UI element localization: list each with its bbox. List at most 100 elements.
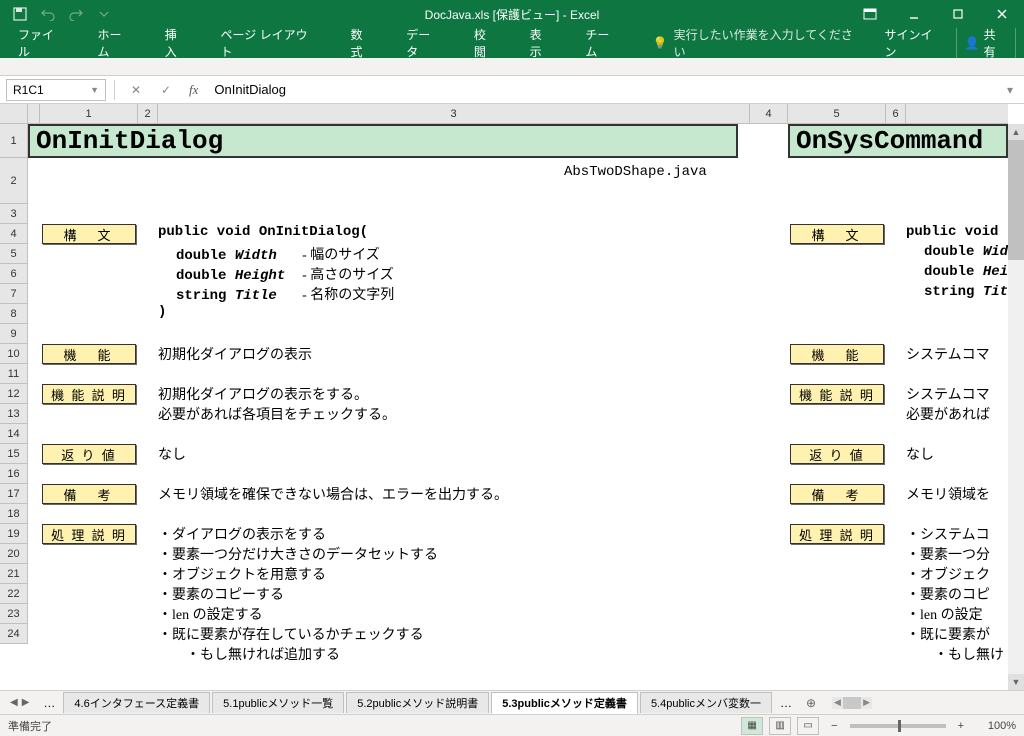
row-header-19[interactable]: 19 <box>0 524 27 544</box>
sheet-tab-4[interactable]: 5.3publicメソッド定義書 <box>491 692 638 714</box>
proc-6-r[interactable]: ・既に要素が <box>906 624 990 644</box>
zoom-in-button[interactable]: + <box>952 720 970 732</box>
label-func-desc[interactable]: 機 能 説 明 <box>42 384 136 404</box>
label-process-r[interactable]: 処 理 説 明 <box>790 524 884 544</box>
return-text-r[interactable]: なし <box>906 444 934 464</box>
label-remarks-r[interactable]: 備 考 <box>790 484 884 504</box>
sheet-tab-2[interactable]: 5.1publicメソッド一覧 <box>212 692 344 713</box>
source-file[interactable]: AbsTwoDShape.java <box>564 164 707 180</box>
col-header-5[interactable]: 5 <box>788 104 886 123</box>
sheet-tab-5[interactable]: 5.4publicメンバ変数一 <box>640 692 772 713</box>
param1[interactable]: double Width - 幅のサイズ <box>176 244 380 264</box>
scroll-up-button[interactable]: ▲ <box>1008 124 1024 140</box>
label-process[interactable]: 処 理 説 明 <box>42 524 136 544</box>
row-header-20[interactable]: 20 <box>0 544 27 564</box>
proc-1-r[interactable]: ・システムコ <box>906 524 990 544</box>
row-header-4[interactable]: 4 <box>0 224 27 244</box>
remarks-text[interactable]: メモリ領域を確保できない場合は、エラーを出力する。 <box>158 484 508 504</box>
row-header-21[interactable]: 21 <box>0 564 27 584</box>
fx-button[interactable]: fx <box>183 82 204 98</box>
tab-home[interactable]: ホーム <box>87 28 142 58</box>
ribbon-display-button[interactable] <box>848 0 892 28</box>
col-header-2[interactable]: 2 <box>138 104 158 123</box>
formula-expand-button[interactable]: ▾ <box>1002 83 1018 97</box>
col-header-1[interactable]: 1 <box>40 104 138 123</box>
horizontal-scrollbar[interactable]: ◀▶ <box>832 697 872 709</box>
function-text-r[interactable]: システムコマ <box>906 344 990 364</box>
col-header-4[interactable]: 4 <box>750 104 788 123</box>
row-header-2[interactable]: 2 <box>0 158 27 204</box>
view-page-layout-button[interactable]: ▥ <box>769 717 791 735</box>
sig-close[interactable]: ) <box>158 304 166 320</box>
tab-view[interactable]: 表示 <box>520 28 564 58</box>
label-syntax-r[interactable]: 構 文 <box>790 224 884 244</box>
row-header-22[interactable]: 22 <box>0 584 27 604</box>
proc-5-r[interactable]: ・len の設定 <box>906 604 983 624</box>
add-sheet-button[interactable]: ⊕ <box>800 696 822 710</box>
proc-4[interactable]: ・要素のコピーする <box>158 584 284 604</box>
sheet-nav[interactable]: ◀▶ <box>4 697 35 708</box>
function-text[interactable]: 初期化ダイアログの表示 <box>158 344 312 364</box>
formula-input[interactable]: OnInitDialog <box>208 82 998 97</box>
proc-3-r[interactable]: ・オブジェク <box>906 564 990 584</box>
tab-review[interactable]: 校閲 <box>464 28 508 58</box>
enter-formula-button[interactable]: ✓ <box>153 79 179 101</box>
view-page-break-button[interactable]: ▭ <box>797 717 819 735</box>
col-header-6[interactable]: 6 <box>886 104 906 123</box>
view-normal-button[interactable]: ▦ <box>741 717 763 735</box>
scroll-down-button[interactable]: ▼ <box>1008 674 1024 690</box>
signin-link[interactable]: サインイン <box>885 26 944 60</box>
row-header-1[interactable]: 1 <box>0 124 27 158</box>
row-header-6[interactable]: 6 <box>0 264 27 284</box>
sheet-overflow[interactable]: … <box>37 696 61 710</box>
select-all-corner[interactable] <box>0 104 28 124</box>
minimize-button[interactable] <box>892 0 936 28</box>
close-button[interactable] <box>980 0 1024 28</box>
row-header-15[interactable]: 15 <box>0 444 27 464</box>
proc-2-r[interactable]: ・要素一つ分 <box>906 544 990 564</box>
label-syntax[interactable]: 構 文 <box>42 224 136 244</box>
label-function[interactable]: 機 能 <box>42 344 136 364</box>
worksheet-cells[interactable]: OnInitDialog AbsTwoDShape.java 構 文 publi… <box>28 124 1008 690</box>
row-headers[interactable]: 123456789101112131415161718192021222324 <box>0 124 28 644</box>
col-header-3[interactable]: 3 <box>158 104 750 123</box>
tab-file[interactable]: ファイル <box>8 28 75 58</box>
proc-7-r[interactable]: ・もし無け <box>920 644 1004 664</box>
tell-me[interactable]: 💡実行したい作業を入力してください <box>643 28 873 58</box>
row-header-10[interactable]: 10 <box>0 344 27 364</box>
param3-r[interactable]: string Tit <box>924 284 1008 300</box>
sig-line[interactable]: public void OnInitDialog( <box>158 224 368 240</box>
zoom-out-button[interactable]: − <box>825 720 843 732</box>
tab-insert[interactable]: 挿入 <box>155 28 199 58</box>
sheet-overflow-right[interactable]: … <box>774 696 798 710</box>
row-header-24[interactable]: 24 <box>0 624 27 644</box>
param2-r[interactable]: double Hei <box>924 264 1008 280</box>
row-header-12[interactable]: 12 <box>0 384 27 404</box>
label-return[interactable]: 返 り 値 <box>42 444 136 464</box>
name-box[interactable]: R1C1▼ <box>6 79 106 101</box>
scroll-thumb[interactable] <box>1008 140 1024 260</box>
method-title-left[interactable]: OnInitDialog <box>28 124 738 158</box>
qa-customize-button[interactable] <box>92 2 116 26</box>
zoom-slider[interactable] <box>850 724 946 728</box>
proc-3[interactable]: ・オブジェクトを用意する <box>158 564 326 584</box>
func-desc-2[interactable]: 必要があれば各項目をチェックする。 <box>158 404 396 424</box>
remarks-text-r[interactable]: メモリ領域を <box>906 484 990 504</box>
param3[interactable]: string Title - 名称の文字列 <box>176 284 394 304</box>
method-title-right[interactable]: OnSysCommand <box>788 124 1008 158</box>
return-text[interactable]: なし <box>158 444 186 464</box>
row-header-11[interactable]: 11 <box>0 364 27 384</box>
sig-line-r[interactable]: public void <box>906 224 998 240</box>
vertical-scrollbar[interactable]: ▲ ▼ <box>1008 124 1024 690</box>
cancel-formula-button[interactable]: ✕ <box>123 79 149 101</box>
tab-page-layout[interactable]: ページ レイアウト <box>210 28 328 58</box>
label-func-desc-r[interactable]: 機 能 説 明 <box>790 384 884 404</box>
share-button[interactable]: 👤共有 <box>956 23 1016 63</box>
tab-formulas[interactable]: 数式 <box>341 28 385 58</box>
zoom-level[interactable]: 100% <box>976 720 1016 732</box>
label-remarks[interactable]: 備 考 <box>42 484 136 504</box>
row-header-3[interactable]: 3 <box>0 204 27 224</box>
row-header-17[interactable]: 17 <box>0 484 27 504</box>
label-return-r[interactable]: 返 り 値 <box>790 444 884 464</box>
row-header-7[interactable]: 7 <box>0 284 27 304</box>
